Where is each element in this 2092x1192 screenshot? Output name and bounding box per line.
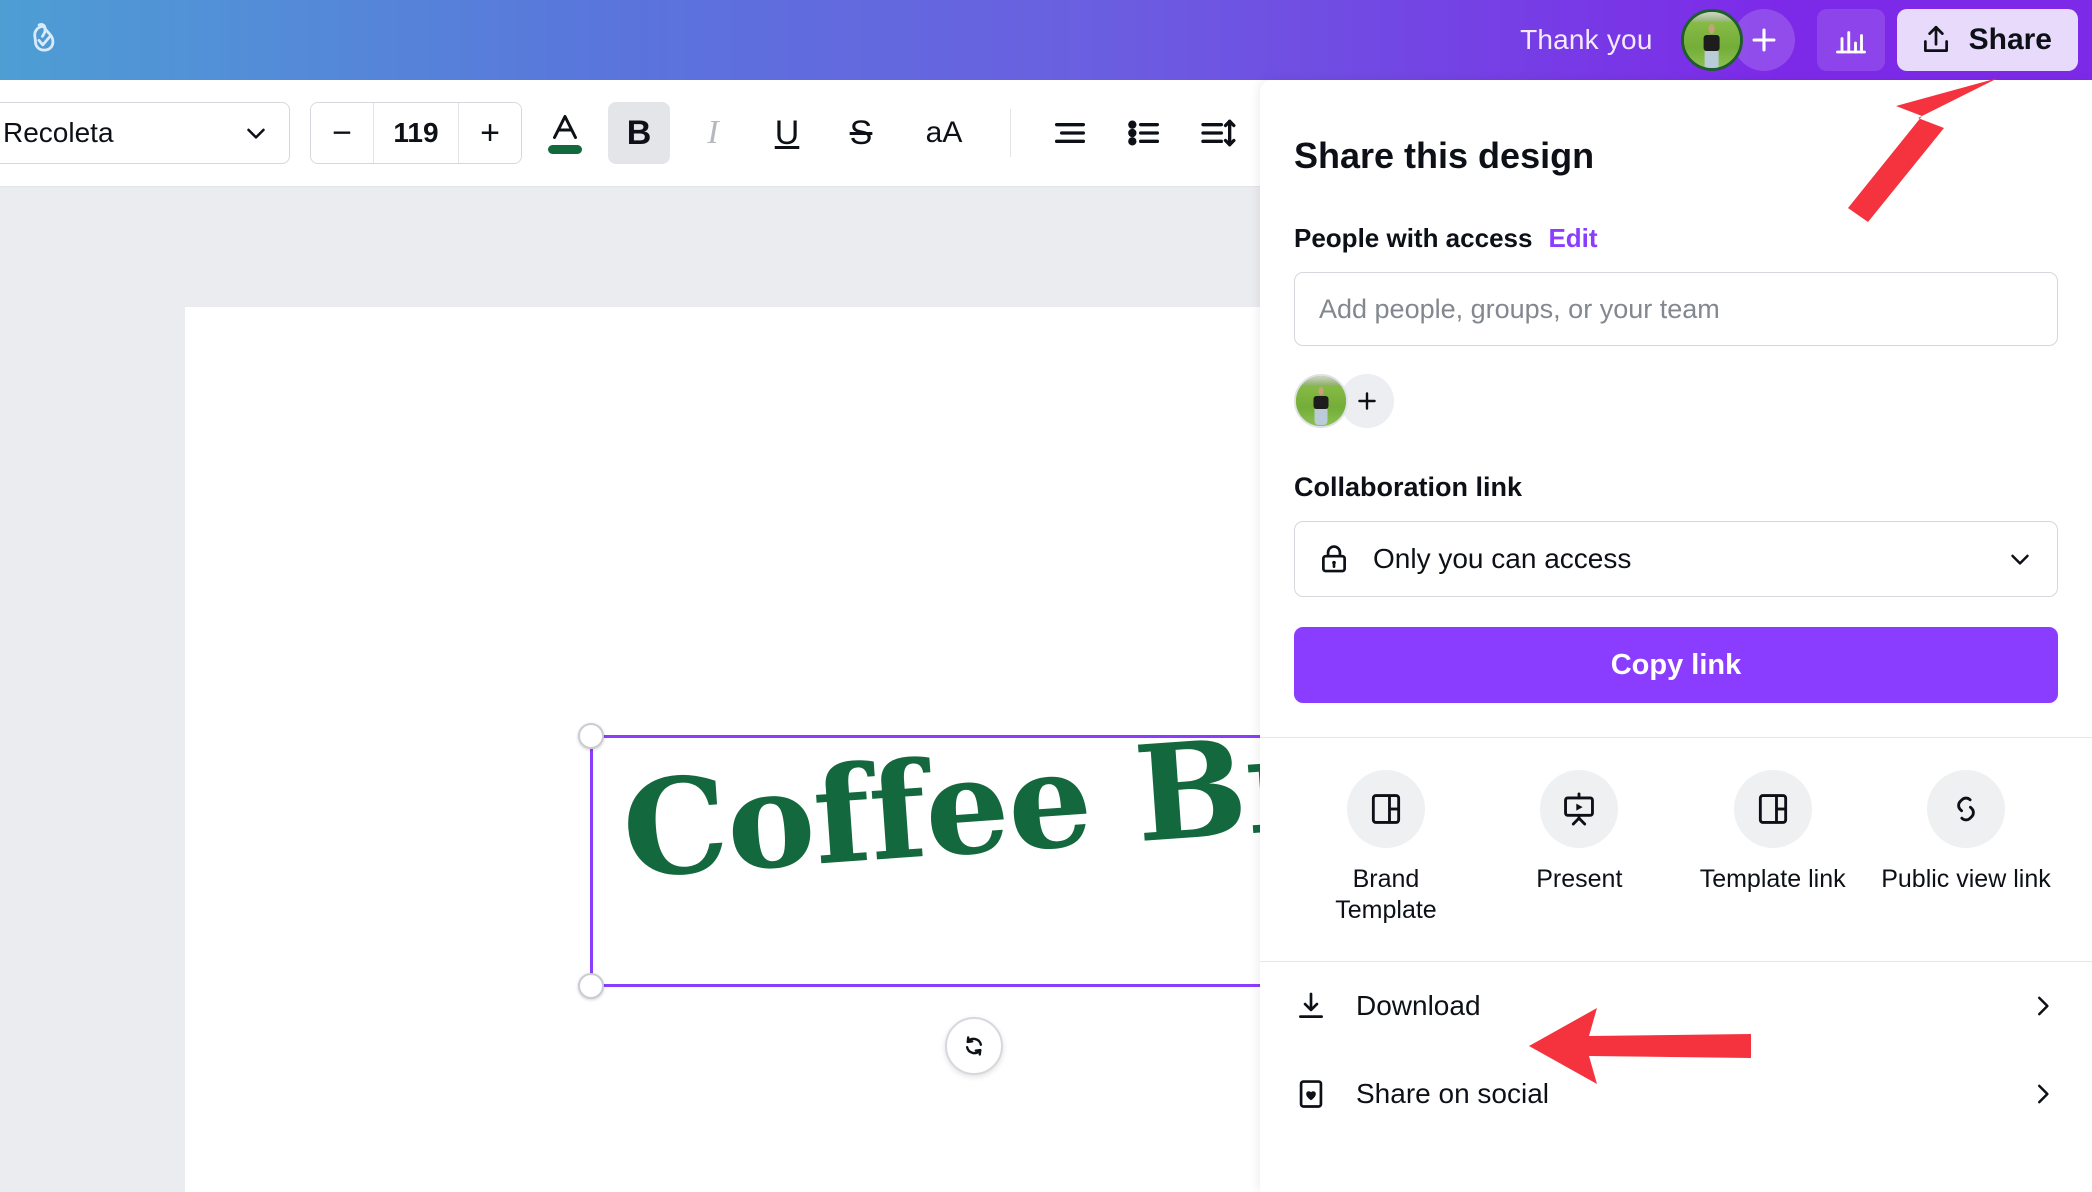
menu-item-label: Download (1356, 990, 1481, 1022)
italic-button[interactable]: I (682, 102, 744, 164)
resize-handle-top-left[interactable] (578, 723, 604, 749)
share-button-label: Share (1969, 23, 2052, 57)
avatar-head (1709, 24, 1715, 34)
increase-font-size-button[interactable]: + (459, 102, 521, 164)
add-person-button[interactable] (1340, 374, 1394, 428)
font-family-value: Recoleta (3, 117, 114, 149)
line-spacing-icon (1198, 113, 1238, 153)
share-social-icon (1294, 1077, 1328, 1111)
add-people-input[interactable] (1319, 294, 2033, 325)
shortcut-public-view-link[interactable]: Public view link (1880, 770, 2052, 927)
avatar-torso (1314, 396, 1329, 409)
link-access-select[interactable]: Only you can access (1294, 521, 2058, 597)
present-icon (1560, 790, 1598, 828)
collaborator-avatar[interactable] (1294, 374, 1348, 428)
download-icon (1294, 989, 1328, 1023)
menu-item-share-on-social[interactable]: Share on social (1294, 1050, 2058, 1138)
shortcut-icon-wrap (1540, 770, 1618, 848)
text-align-icon (1050, 113, 1090, 153)
public-view-link-icon (1947, 790, 1985, 828)
add-people-input-wrap[interactable] (1294, 272, 2058, 346)
share-panel: Share this design People with access Edi… (1260, 80, 2092, 1192)
template-link-icon (1754, 790, 1792, 828)
text-align-button[interactable] (1039, 102, 1101, 164)
lock-icon (1317, 542, 1351, 576)
shortcut-template-link[interactable]: Template link (1687, 770, 1859, 927)
people-with-access-label: People with access (1294, 223, 1532, 254)
share-shortcuts-row: Brand Template Present (1260, 738, 2092, 927)
canva-editor-window: Thank you (0, 0, 2092, 1192)
shortcut-brand-template[interactable]: Brand Template (1300, 770, 1472, 927)
chevron-down-icon (241, 118, 271, 148)
avatar-head (1318, 387, 1323, 395)
chevron-right-icon (2028, 1079, 2058, 1109)
insights-button[interactable] (1817, 9, 1885, 71)
font-size-stepper: − 119 + (310, 102, 522, 164)
top-bar-right-actions: Thank you (1502, 0, 2092, 80)
shortcut-label: Brand Template (1335, 864, 1436, 927)
avatar-person (1703, 24, 1720, 71)
shortcut-icon-wrap (1347, 770, 1425, 848)
shortcut-label: Public view link (1881, 864, 2051, 895)
toolbar-divider (1010, 109, 1011, 157)
avatar-legs (1704, 51, 1718, 71)
user-avatar (1681, 9, 1743, 71)
bold-button[interactable]: B (608, 102, 670, 164)
top-bar: Thank you (0, 0, 2092, 80)
rotate-icon (959, 1031, 989, 1061)
people-avatars-row (1294, 374, 2092, 428)
avatar[interactable] (1681, 9, 1743, 71)
rotate-handle[interactable] (945, 1017, 1003, 1075)
font-family-select[interactable]: Recoleta (0, 102, 290, 164)
link-access-value: Only you can access (1373, 543, 1631, 575)
text-color-button[interactable] (534, 102, 596, 164)
menu-item-label: Share on social (1356, 1078, 1549, 1110)
underline-button[interactable]: U (756, 102, 818, 164)
people-with-access-header: People with access Edit (1294, 223, 2092, 254)
avatar-torso (1703, 35, 1720, 51)
share-panel-title: Share this design (1294, 135, 2092, 177)
canva-cloud-check-icon[interactable] (22, 18, 66, 62)
line-spacing-button[interactable] (1187, 102, 1249, 164)
design-title[interactable]: Thank you (1502, 24, 1671, 56)
bullet-list-icon (1124, 113, 1164, 153)
letter-case-button[interactable]: aA (904, 102, 984, 164)
chevron-down-icon (2005, 544, 2035, 574)
share-button[interactable]: Share (1897, 9, 2078, 71)
brand-template-icon (1367, 790, 1405, 828)
copy-link-button[interactable]: Copy link (1294, 627, 2058, 703)
collaboration-link-label: Collaboration link (1294, 472, 2092, 503)
text-color-icon (547, 112, 583, 142)
shortcut-icon-wrap (1927, 770, 2005, 848)
shortcut-label: Present (1536, 864, 1622, 895)
menu-item-download[interactable]: Download (1294, 962, 2058, 1050)
shortcut-present[interactable]: Present (1493, 770, 1665, 927)
bar-chart-icon (1833, 22, 1869, 58)
text-color-swatch (548, 145, 582, 154)
chevron-right-icon (2028, 991, 2058, 1021)
upload-icon (1919, 23, 1953, 57)
shortcut-icon-wrap (1734, 770, 1812, 848)
plus-icon (1747, 23, 1781, 57)
strikethrough-button[interactable]: S (830, 102, 892, 164)
resize-handle-bottom-left[interactable] (578, 973, 604, 999)
decrease-font-size-button[interactable]: − (311, 102, 373, 164)
edit-access-link[interactable]: Edit (1548, 223, 1597, 254)
font-size-input[interactable]: 119 (373, 102, 459, 164)
plus-icon (1354, 388, 1380, 414)
bullet-list-button[interactable] (1113, 102, 1175, 164)
shortcut-label: Template link (1700, 864, 1846, 895)
avatar-person (1314, 387, 1329, 425)
avatar-legs (1315, 409, 1328, 425)
